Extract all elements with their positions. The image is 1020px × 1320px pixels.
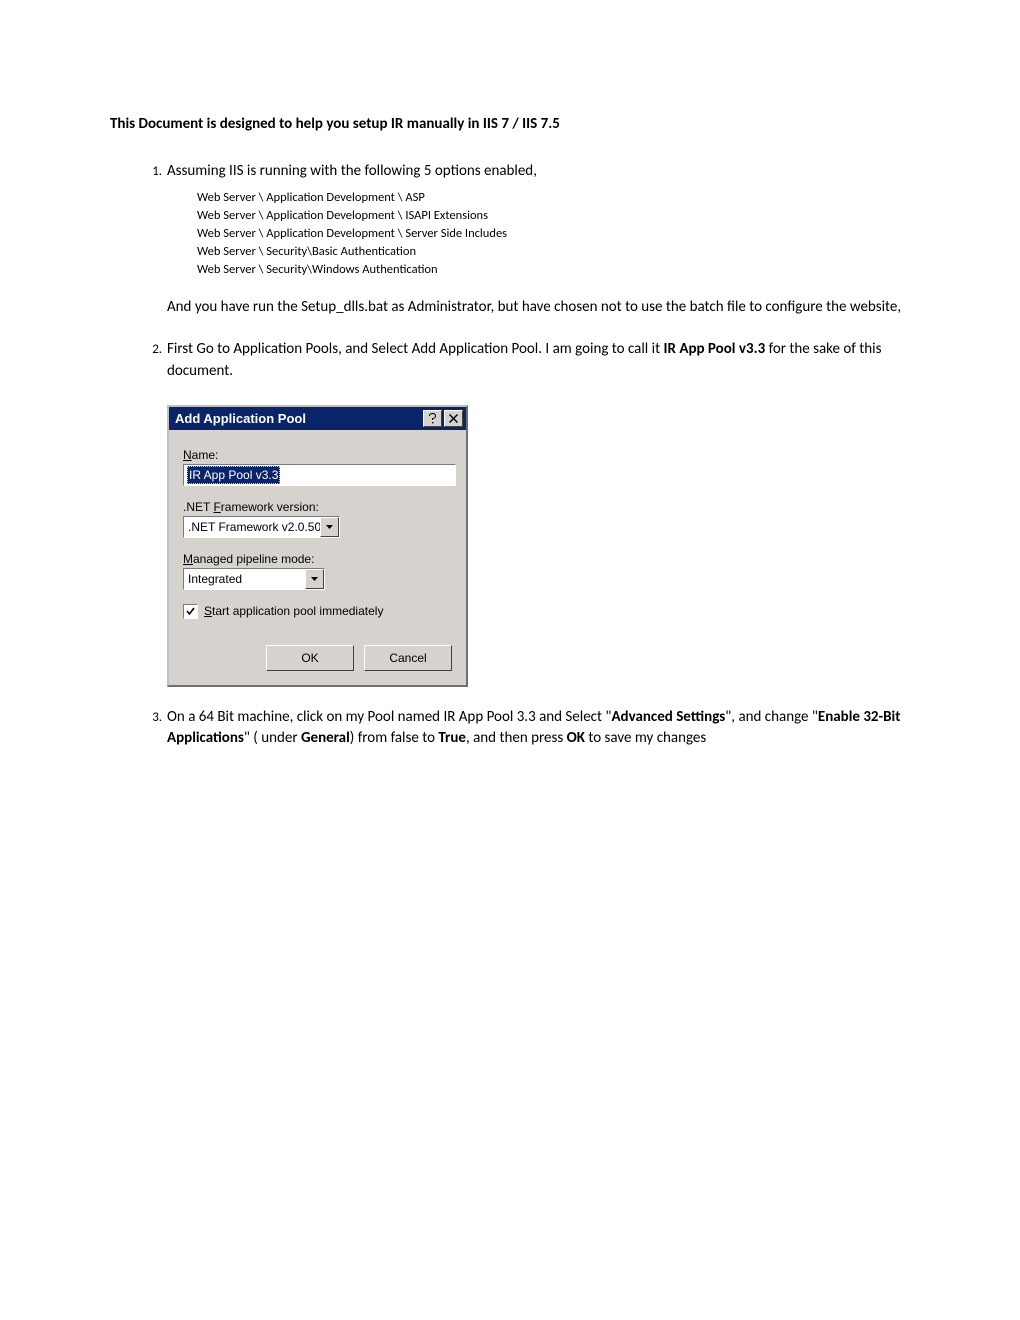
step-2: First Go to Application Pools, and Selec… xyxy=(165,339,910,687)
iis-option: Web Server \ Security\Basic Authenticati… xyxy=(197,243,910,261)
doc-title: This Document is designed to help you se… xyxy=(110,115,910,133)
chevron-down-icon[interactable] xyxy=(320,517,339,537)
start-immediately-checkbox[interactable] xyxy=(183,604,198,619)
cancel-button[interactable]: Cancel xyxy=(364,645,452,671)
step-1: Assuming IIS is running with the followi… xyxy=(165,161,910,319)
start-immediately-label: Start application pool immediately xyxy=(204,604,383,618)
iis-options-block: Web Server \ Application Development \ A… xyxy=(197,189,910,280)
iis-option: Web Server \ Application Development \ A… xyxy=(197,189,910,207)
ok-button[interactable]: OK xyxy=(266,645,354,671)
iis-option: Web Server \ Application Development \ S… xyxy=(197,225,910,243)
pipeline-dropdown[interactable]: Integrated xyxy=(183,568,325,590)
step-3: On a 64 Bit machine, click on my Pool na… xyxy=(165,707,910,751)
name-input-value: IR App Pool v3.3 xyxy=(187,466,280,484)
iis-option: Web Server \ Application Development \ I… xyxy=(197,207,910,225)
add-app-pool-dialog: Add Application Pool Name: I xyxy=(167,405,468,687)
iis-option: Web Server \ Security\Windows Authentica… xyxy=(197,261,910,279)
pipeline-label: Managed pipeline mode: xyxy=(183,552,452,566)
close-icon[interactable] xyxy=(444,410,463,427)
dialog-titlebar[interactable]: Add Application Pool xyxy=(169,407,466,430)
step2-text: First Go to Application Pools, and Selec… xyxy=(167,339,910,383)
name-input[interactable]: IR App Pool v3.3 xyxy=(183,464,456,486)
chevron-down-icon[interactable] xyxy=(305,569,324,589)
help-icon[interactable] xyxy=(423,410,442,427)
dialog-client: Name: IR App Pool v3.3 .NET Framework ve… xyxy=(169,430,466,685)
framework-dropdown[interactable]: .NET Framework v2.0.50727 xyxy=(183,516,340,538)
dialog-buttons: OK Cancel xyxy=(183,645,452,671)
document-page: This Document is designed to help you se… xyxy=(0,0,1020,810)
framework-value: .NET Framework v2.0.50727 xyxy=(184,520,320,534)
step1-intro: Assuming IIS is running with the followi… xyxy=(167,161,910,183)
start-immediately-row[interactable]: Start application pool immediately xyxy=(183,604,452,619)
ordered-steps: Assuming IIS is running with the followi… xyxy=(110,161,910,750)
pipeline-value: Integrated xyxy=(184,572,305,586)
name-label: Name: xyxy=(183,448,452,462)
dialog-title: Add Application Pool xyxy=(175,411,421,426)
framework-label: .NET Framework version: xyxy=(183,500,452,514)
step1-after: And you have run the Setup_dlls.bat as A… xyxy=(167,297,910,319)
step3-text: On a 64 Bit machine, click on my Pool na… xyxy=(167,707,910,751)
